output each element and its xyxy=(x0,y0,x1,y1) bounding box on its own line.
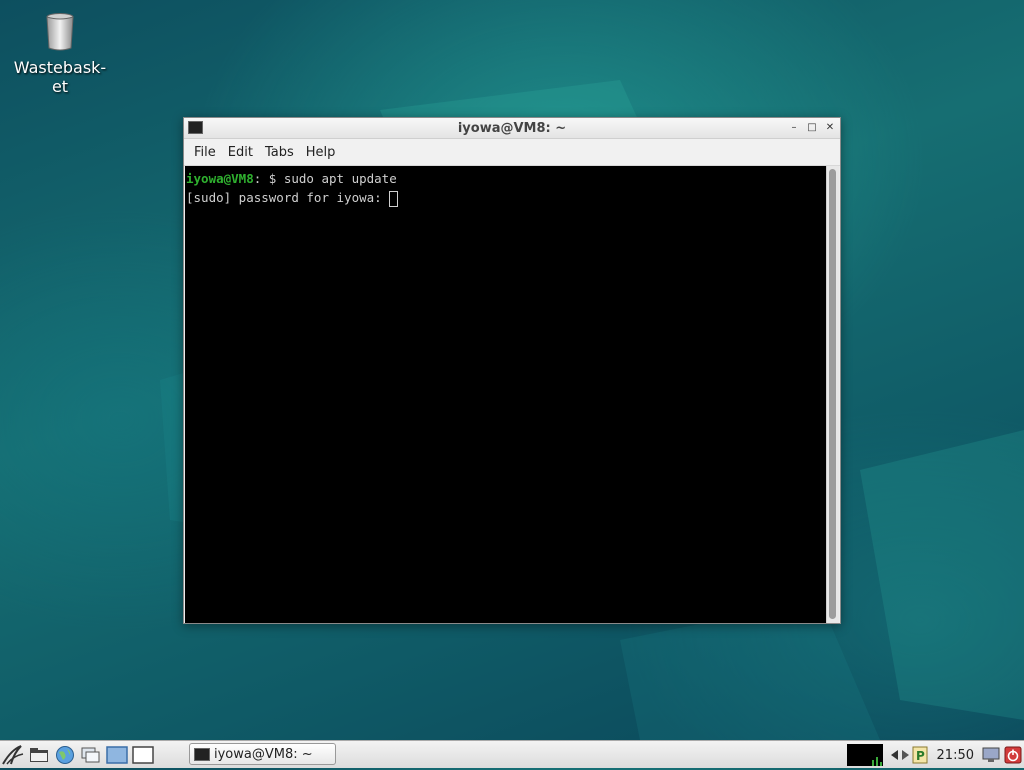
terminal-output[interactable]: iyowa@VM8: $ sudo apt update [sudo] pass… xyxy=(185,166,827,623)
desktop2-icon[interactable] xyxy=(130,742,156,768)
scrollbar-thumb[interactable] xyxy=(829,169,836,619)
terminal-line-2: [sudo] password for iyowa: xyxy=(186,188,827,207)
web-browser-icon[interactable] xyxy=(52,742,78,768)
window-titlebar[interactable]: iyowa@VM8: ~ – □ ✕ xyxy=(184,118,840,139)
terminal-line-1: iyowa@VM8: $ sudo apt update xyxy=(186,169,827,188)
cpu-monitor-icon[interactable] xyxy=(846,744,883,766)
terminal-scrollbar[interactable] xyxy=(826,166,839,623)
maximize-button[interactable]: □ xyxy=(804,121,820,135)
windows-icon[interactable] xyxy=(78,742,104,768)
clock[interactable]: 21:50 xyxy=(937,748,974,763)
menu-bar: File Edit Tabs Help xyxy=(184,139,840,166)
screen-icon[interactable] xyxy=(982,746,1000,764)
desktop-icon-label: Wastebask- et xyxy=(13,58,107,96)
file-manager-icon[interactable] xyxy=(26,742,52,768)
svg-text:P: P xyxy=(916,749,925,763)
start-menu-icon[interactable] xyxy=(0,742,26,768)
taskbar: iyowa@VM8: ~ P 21:50 xyxy=(0,740,1024,768)
terminal-command: sudo apt update xyxy=(283,171,397,186)
menu-edit[interactable]: Edit xyxy=(222,145,259,160)
prompt-separator: : $ xyxy=(253,171,284,186)
desktop1-icon[interactable] xyxy=(104,742,130,768)
terminal-cursor xyxy=(389,190,399,207)
taskbar-window-title: iyowa@VM8: ~ xyxy=(214,746,313,762)
menu-help[interactable]: Help xyxy=(300,145,342,160)
power-icon[interactable] xyxy=(1004,746,1022,764)
clipboard-icon[interactable]: P xyxy=(911,746,929,764)
network-icon[interactable] xyxy=(889,746,909,764)
desktop-icon-wastebasket[interactable]: Wastebask- et xyxy=(10,12,110,96)
terminal-app-icon xyxy=(188,121,203,134)
close-button[interactable]: ✕ xyxy=(822,121,838,135)
menu-file[interactable]: File xyxy=(188,145,222,160)
terminal-window: iyowa@VM8: ~ – □ ✕ File Edit Tabs Help i… xyxy=(183,117,841,624)
taskbar-window-button[interactable]: iyowa@VM8: ~ xyxy=(189,743,336,765)
minimize-button[interactable]: – xyxy=(786,121,802,135)
system-tray: P 21:50 xyxy=(846,741,1024,769)
password-prompt: [sudo] password for iyowa: xyxy=(186,190,390,205)
prompt-user: iyowa@VM8 xyxy=(186,171,254,186)
trash-icon xyxy=(46,13,74,51)
terminal-task-icon xyxy=(194,747,210,761)
menu-tabs[interactable]: Tabs xyxy=(259,145,300,160)
window-title: iyowa@VM8: ~ xyxy=(457,120,567,136)
